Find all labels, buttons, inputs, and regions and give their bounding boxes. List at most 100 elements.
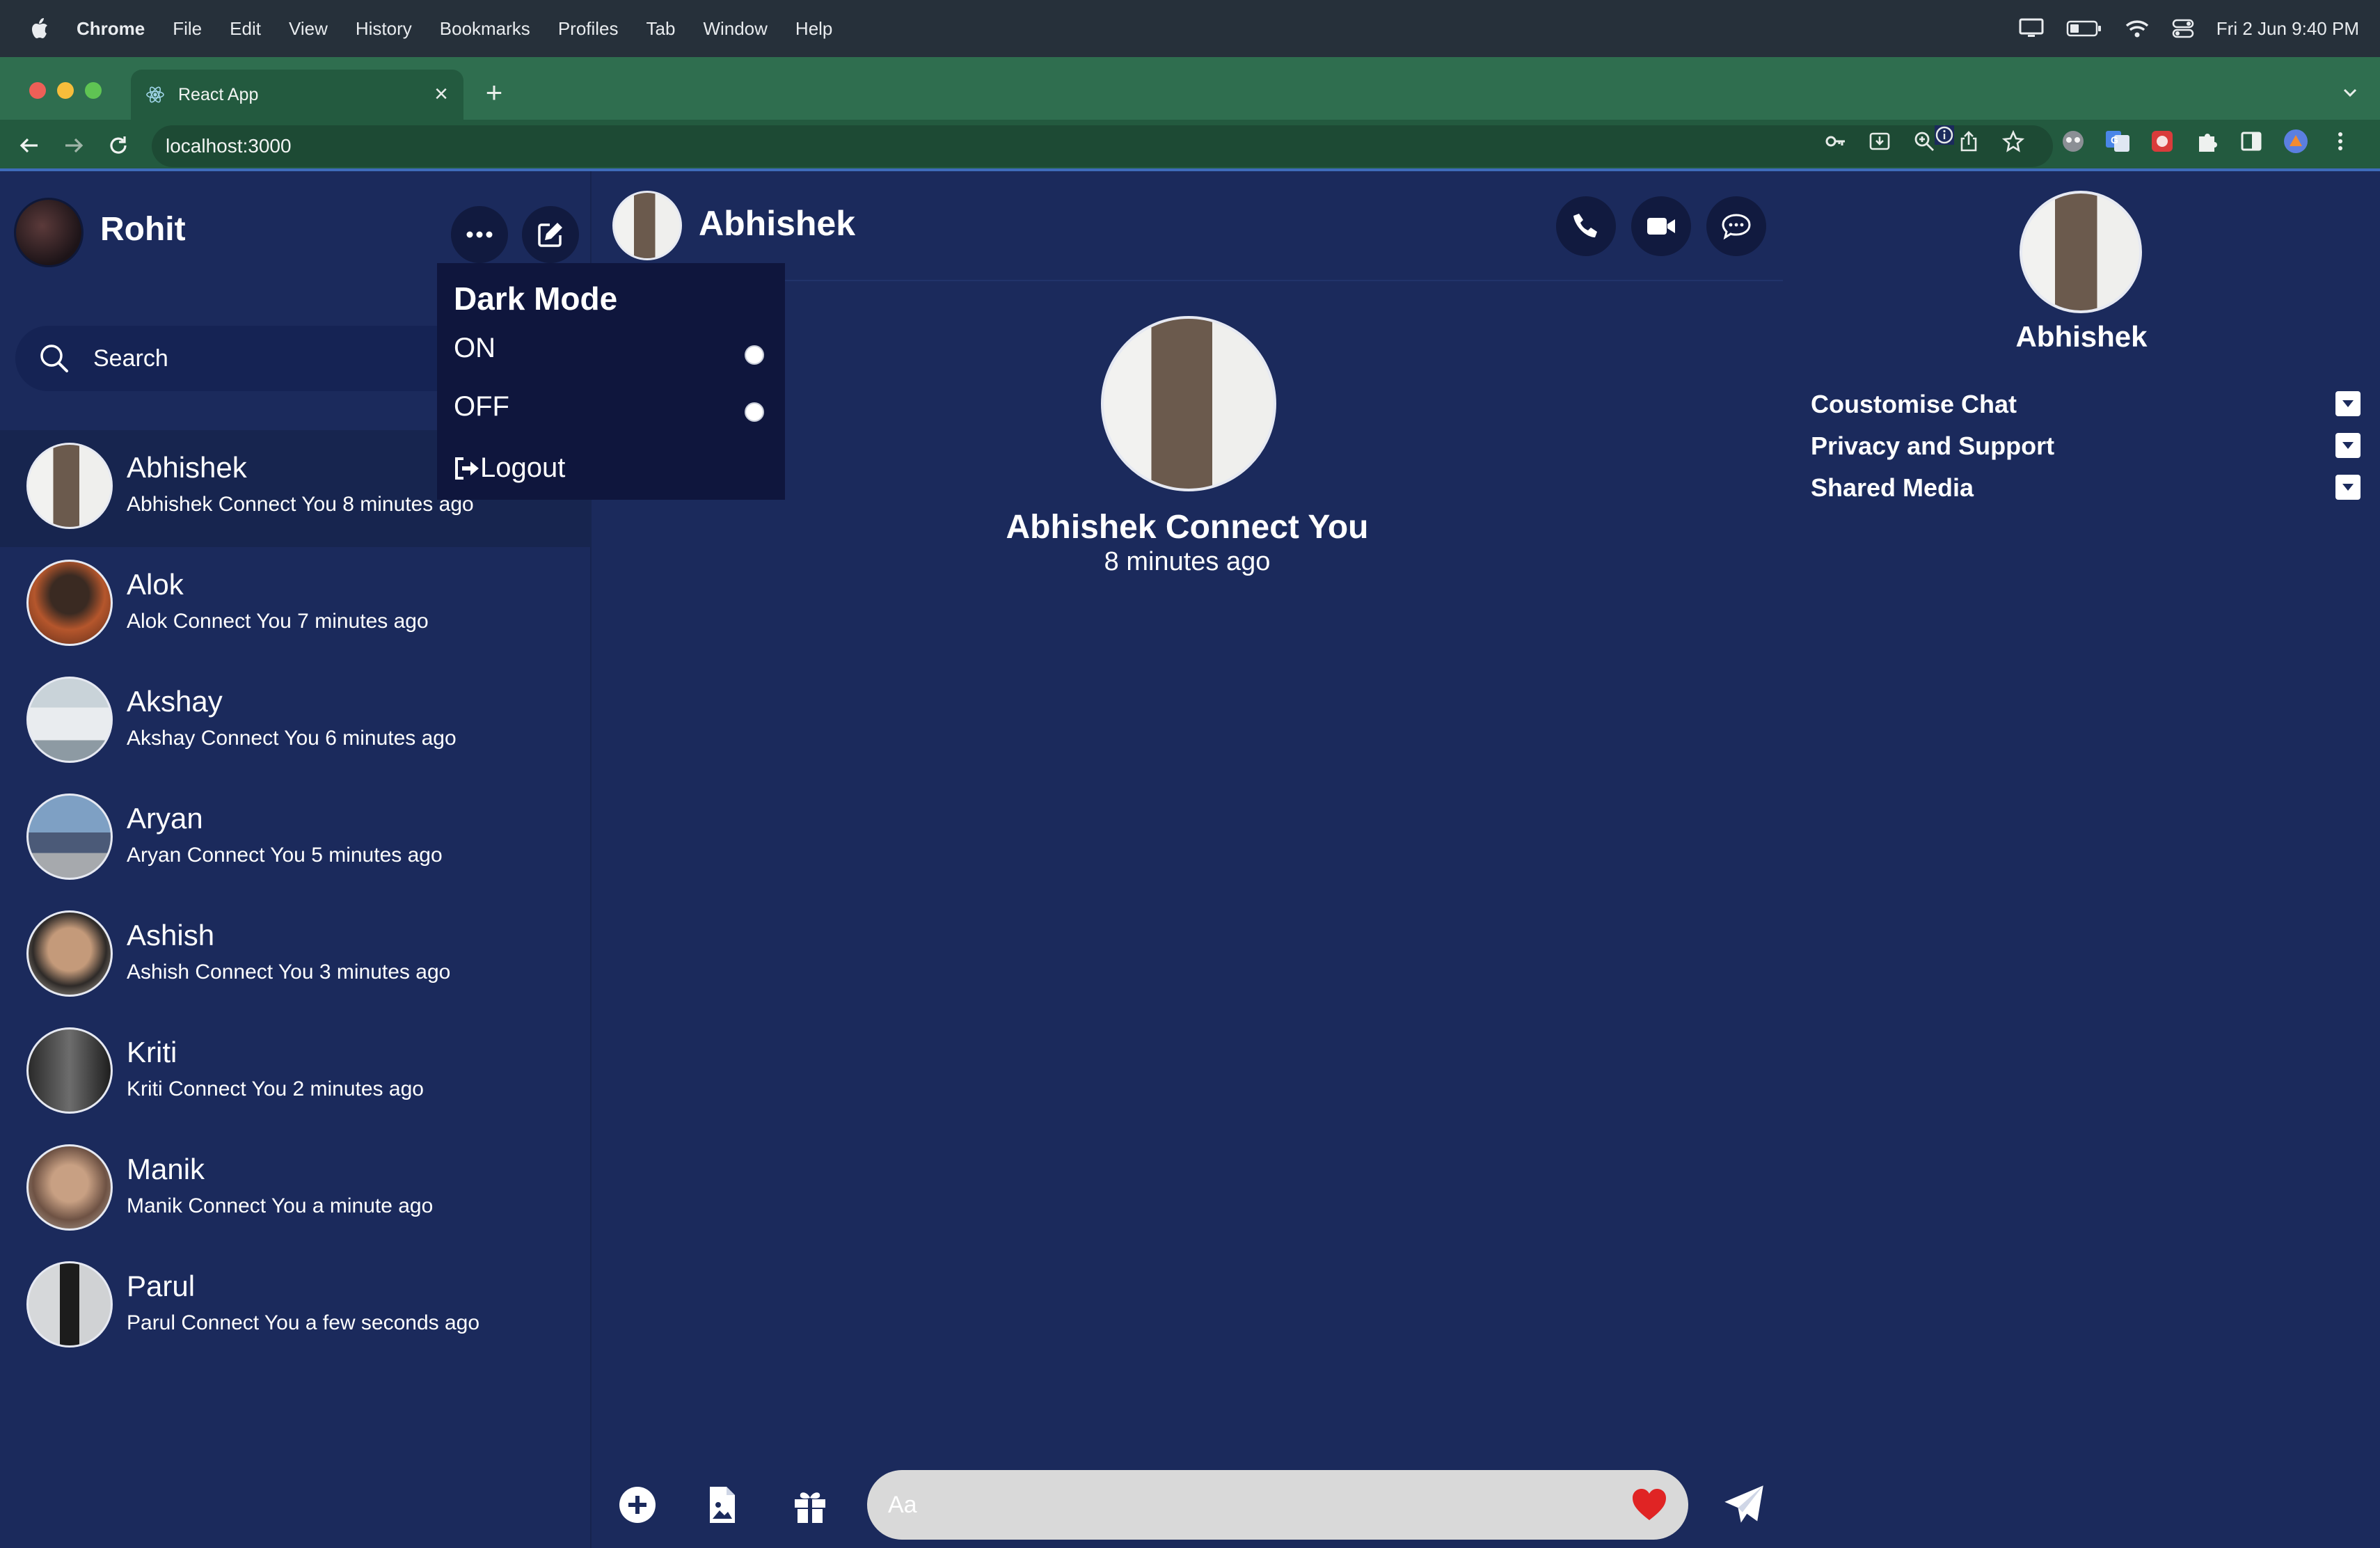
contact-avatar: [26, 677, 113, 763]
contact-item-manik[interactable]: Manik Manik Connect You a minute ago: [0, 1132, 592, 1249]
contact-name: Kriti: [127, 1036, 177, 1068]
contact-avatar: [26, 560, 113, 646]
chat-contact-avatar[interactable]: [612, 191, 682, 260]
wifi-icon[interactable]: [2125, 18, 2150, 39]
zoom-icon[interactable]: [1912, 129, 1936, 153]
more-options-button[interactable]: [451, 206, 508, 263]
bookmark-star-icon[interactable]: [2001, 129, 2025, 153]
contact-avatar: [26, 443, 113, 529]
profile-avatar-icon[interactable]: [2283, 128, 2309, 155]
extensions-puzzle-icon[interactable]: [2193, 128, 2220, 155]
message-composer: [592, 1463, 1783, 1547]
contact-name: Akshay: [127, 685, 223, 718]
url-text: localhost:3000: [166, 135, 292, 157]
menu-help[interactable]: Help: [795, 18, 832, 40]
section-label: Coustomise Chat: [1811, 390, 2017, 418]
extension-red-icon[interactable]: [2149, 128, 2175, 155]
window-minimize-button[interactable]: [57, 82, 74, 99]
message-input[interactable]: [888, 1491, 1584, 1519]
phone-icon: [1573, 214, 1597, 237]
logout-button[interactable]: Logout: [452, 452, 565, 484]
chat-options-button[interactable]: [1706, 196, 1766, 256]
install-app-icon[interactable]: [1868, 129, 1891, 153]
chevron-down-icon[interactable]: [2335, 433, 2361, 458]
menu-chrome[interactable]: Chrome: [77, 18, 145, 40]
contact-item-alok[interactable]: Alok Alok Connect You 7 minutes ago: [0, 547, 592, 664]
gift-icon[interactable]: [789, 1484, 831, 1526]
window-maximize-button[interactable]: [85, 82, 102, 99]
screen: Chrome File Edit View History Bookmarks …: [0, 0, 2380, 1548]
key-icon[interactable]: [1823, 129, 1847, 153]
reload-icon[interactable]: [106, 133, 131, 158]
address-bar[interactable]: localhost:3000: [152, 125, 2053, 167]
contact-info-panel: Abhishek Coustomise Chat Privacy and Sup…: [1783, 171, 2380, 1548]
dark-mode-on-label[interactable]: ON: [454, 333, 495, 364]
add-circle-icon[interactable]: [617, 1484, 658, 1526]
privacy-support-section[interactable]: Privacy and Support: [1811, 427, 2361, 464]
chevron-down-icon[interactable]: [2335, 391, 2361, 416]
contact-name: Manik: [127, 1153, 205, 1185]
control-center-icon[interactable]: [2172, 18, 2194, 39]
forward-arrow-icon[interactable]: [61, 133, 86, 158]
message-input-box[interactable]: [867, 1470, 1688, 1540]
customise-chat-section[interactable]: Coustomise Chat: [1811, 386, 2361, 422]
share-icon[interactable]: [1957, 129, 1981, 153]
menu-file[interactable]: File: [173, 18, 202, 40]
dark-mode-off-label[interactable]: OFF: [454, 391, 509, 422]
menu-view[interactable]: View: [289, 18, 328, 40]
menu-edit[interactable]: Edit: [230, 18, 261, 40]
messenger-app: Rohit Abhishek Abhishek Connect You 8 mi…: [0, 171, 2380, 1548]
menu-window[interactable]: Window: [703, 18, 767, 40]
dark-mode-title: Dark Mode: [454, 281, 618, 317]
send-icon[interactable]: [1722, 1483, 1766, 1527]
new-message-button[interactable]: [522, 206, 579, 263]
display-icon[interactable]: [2019, 18, 2044, 39]
shared-media-section[interactable]: Shared Media: [1811, 469, 2361, 505]
voice-call-button[interactable]: [1556, 196, 1616, 256]
contact-item-kriti[interactable]: Kriti Kriti Connect You 2 minutes ago: [0, 1015, 592, 1132]
info-avatar: [2020, 191, 2142, 313]
heart-icon[interactable]: [1630, 1485, 1669, 1524]
section-label: Shared Media: [1811, 473, 1974, 502]
back-arrow-icon[interactable]: [17, 133, 42, 158]
chevron-down-icon[interactable]: [2335, 475, 2361, 500]
contact-last-message: Abhishek Connect You 8 minutes ago: [127, 493, 474, 516]
window-close-button[interactable]: [29, 82, 46, 99]
contact-item-aryan[interactable]: Aryan Aryan Connect You 5 minutes ago: [0, 781, 592, 898]
new-tab-button[interactable]: +: [480, 75, 508, 110]
battery-icon[interactable]: [2066, 19, 2102, 38]
menu-clock[interactable]: Fri 2 Jun 9:40 PM: [2216, 18, 2359, 40]
contact-avatar: [26, 910, 113, 997]
dark-mode-on-radio[interactable]: [745, 345, 764, 365]
tab-close-icon[interactable]: ×: [434, 82, 448, 106]
dark-mode-off-radio[interactable]: [745, 402, 764, 422]
edit-icon: [538, 223, 562, 247]
tab-search-chevron-icon[interactable]: [2340, 82, 2361, 103]
search-input[interactable]: [93, 345, 441, 372]
connect-title: Abhishek Connect You: [1006, 509, 1369, 546]
contact-avatar: [26, 1027, 113, 1114]
chrome-menu-icon[interactable]: [2327, 128, 2354, 155]
apple-logo-icon[interactable]: [26, 15, 54, 42]
extensions-area: G: [2060, 128, 2354, 155]
user-avatar[interactable]: [14, 198, 84, 267]
user-name: Rohit: [100, 211, 186, 248]
menu-bookmarks[interactable]: Bookmarks: [440, 18, 530, 40]
file-image-icon[interactable]: [701, 1484, 743, 1526]
google-translate-icon[interactable]: G: [2104, 128, 2131, 155]
menu-tab[interactable]: Tab: [646, 18, 676, 40]
logout-label: Logout: [480, 452, 566, 483]
contact-item-ashish[interactable]: Ashish Ashish Connect You 3 minutes ago: [0, 898, 592, 1015]
video-call-button[interactable]: [1631, 196, 1691, 256]
menu-history[interactable]: History: [356, 18, 412, 40]
contact-item-akshay[interactable]: Akshay Akshay Connect You 6 minutes ago: [0, 664, 592, 781]
svg-text:G: G: [2111, 134, 2118, 145]
side-panel-icon[interactable]: [2238, 128, 2264, 155]
browser-tab[interactable]: React App ×: [131, 70, 463, 120]
contact-name: Aryan: [127, 802, 203, 835]
menu-profiles[interactable]: Profiles: [558, 18, 619, 40]
tab-title: React App: [178, 84, 259, 104]
contact-item-parul[interactable]: Parul Parul Connect You a few seconds ag…: [0, 1249, 592, 1366]
extension-mask-icon[interactable]: [2060, 128, 2086, 155]
info-name: Abhishek: [2015, 320, 2148, 353]
